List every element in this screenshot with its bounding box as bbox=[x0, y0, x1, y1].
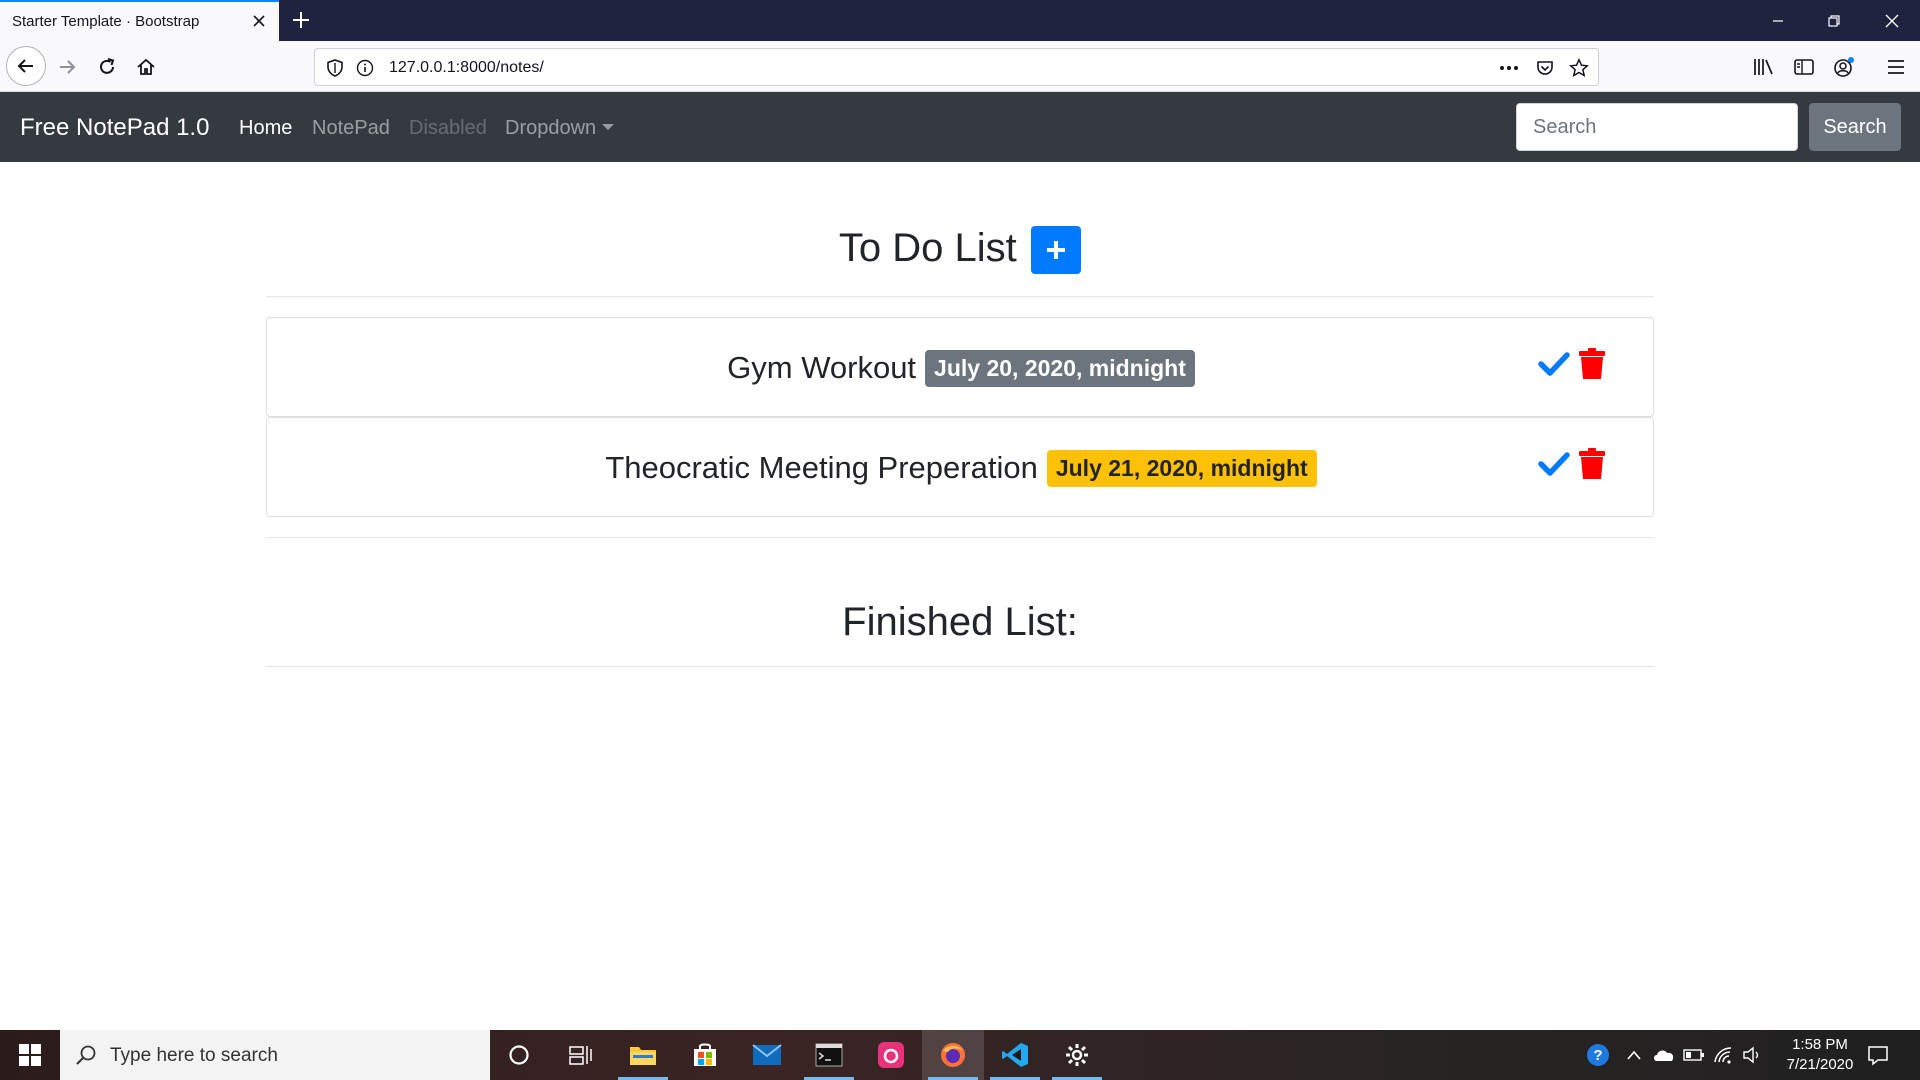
clock[interactable]: 1:58 PM 7/21/2020 bbox=[1770, 1035, 1870, 1075]
check-icon[interactable] bbox=[1537, 346, 1571, 382]
more-actions-icon[interactable] bbox=[1499, 58, 1519, 78]
trash-icon[interactable] bbox=[1575, 446, 1609, 482]
task-view-icon[interactable] bbox=[550, 1030, 612, 1080]
plus-icon bbox=[1047, 241, 1066, 259]
navbar-brand[interactable]: Free NotePad 1.0 bbox=[20, 114, 209, 142]
reload-icon[interactable] bbox=[90, 50, 124, 84]
clock-time: 1:58 PM bbox=[1792, 1036, 1848, 1053]
pocket-icon[interactable] bbox=[1535, 58, 1555, 78]
todo-item-content: Gym Workout July 20, 2020, midnight bbox=[267, 318, 1655, 418]
cortana-icon[interactable] bbox=[488, 1030, 550, 1080]
info-icon[interactable] bbox=[355, 58, 375, 78]
settings-gear-icon[interactable] bbox=[1046, 1030, 1108, 1080]
app-navbar: Free NotePad 1.0 Home NotePad Disabled D… bbox=[0, 92, 1920, 162]
browser-tab-bar: Starter Template · Bootstrap bbox=[0, 0, 1920, 41]
terminal-icon[interactable] bbox=[798, 1030, 860, 1080]
firefox-icon[interactable] bbox=[922, 1030, 984, 1080]
divider bbox=[266, 296, 1654, 297]
nav-notepad[interactable]: NotePad bbox=[312, 117, 390, 140]
nav-dropdown-label: Dropdown bbox=[505, 117, 597, 139]
nav-disabled: Disabled bbox=[409, 117, 487, 139]
tab-title: Starter Template · Bootstrap bbox=[12, 13, 200, 30]
date-badge: July 20, 2020, midnight bbox=[925, 349, 1195, 387]
date-badge: July 21, 2020, midnight bbox=[1046, 449, 1317, 487]
file-explorer-icon[interactable] bbox=[612, 1030, 674, 1080]
browser-toolbar: 127.0.0.1:8000/notes/ bbox=[0, 41, 1920, 92]
shield-icon[interactable] bbox=[325, 58, 345, 78]
chevron-up-icon[interactable] bbox=[1622, 1043, 1646, 1067]
microsoft-store-icon[interactable] bbox=[674, 1030, 736, 1080]
todo-header: To Do List bbox=[266, 224, 1654, 274]
trash-icon[interactable] bbox=[1575, 346, 1609, 382]
todo-item: Theocratic Meeting Preperation July 21, … bbox=[266, 417, 1654, 517]
check-icon[interactable] bbox=[1537, 446, 1571, 482]
home-icon[interactable] bbox=[129, 50, 163, 84]
help-icon[interactable]: ? bbox=[1586, 1043, 1610, 1067]
library-icon[interactable] bbox=[1752, 55, 1776, 79]
close-tab-icon[interactable] bbox=[249, 11, 269, 31]
page-title: To Do List bbox=[838, 225, 1017, 270]
browser-tab[interactable]: Starter Template · Bootstrap bbox=[0, 0, 279, 41]
back-arrow-icon[interactable] bbox=[6, 46, 46, 86]
svg-text:?: ? bbox=[1593, 1047, 1602, 1064]
battery-icon[interactable] bbox=[1682, 1043, 1706, 1067]
search-button[interactable]: Search bbox=[1809, 103, 1901, 151]
todo-item: Gym Workout July 20, 2020, midnight bbox=[266, 317, 1654, 417]
clock-date: 7/21/2020 bbox=[1786, 1056, 1854, 1073]
new-tab-icon[interactable] bbox=[289, 8, 313, 32]
taskbar-search-placeholder: Type here to search bbox=[110, 1045, 278, 1066]
caret-down-icon bbox=[602, 124, 615, 130]
vscode-icon[interactable] bbox=[984, 1030, 1046, 1080]
add-note-button[interactable] bbox=[1031, 226, 1082, 274]
bookmark-star-icon[interactable] bbox=[1569, 58, 1589, 78]
address-bar[interactable]: 127.0.0.1:8000/notes/ bbox=[314, 48, 1599, 86]
magnifier-icon bbox=[74, 1043, 98, 1072]
taskbar-search[interactable]: Type here to search bbox=[60, 1030, 490, 1080]
close-window-icon[interactable] bbox=[1864, 0, 1920, 41]
divider bbox=[266, 537, 1654, 538]
nav-dropdown[interactable]: Dropdown bbox=[505, 117, 615, 140]
restore-icon[interactable] bbox=[1806, 0, 1862, 41]
nav-home[interactable]: Home bbox=[239, 117, 292, 140]
account-icon[interactable] bbox=[1832, 55, 1856, 79]
taskbar: Type here to search ? 1:58 PM 7/21/2020 bbox=[0, 1030, 1920, 1080]
todo-item-actions bbox=[1537, 446, 1609, 482]
finished-list-title: Finished List: bbox=[842, 600, 1078, 644]
todo-item-title: Gym Workout bbox=[727, 350, 917, 385]
windows-start-icon[interactable] bbox=[0, 1030, 60, 1080]
wifi-icon[interactable] bbox=[1712, 1043, 1736, 1067]
forward-arrow-icon[interactable] bbox=[50, 50, 84, 84]
sidebar-icon[interactable] bbox=[1792, 55, 1816, 79]
minimize-icon[interactable] bbox=[1750, 0, 1806, 41]
mail-icon[interactable] bbox=[736, 1030, 798, 1080]
divider bbox=[266, 666, 1654, 667]
url-text: 127.0.0.1:8000/notes/ bbox=[389, 59, 544, 76]
todo-item-title: Theocratic Meeting Preperation bbox=[605, 450, 1038, 485]
notifications-icon[interactable] bbox=[1866, 1043, 1890, 1067]
todo-item-actions bbox=[1537, 346, 1609, 382]
menu-icon[interactable] bbox=[1884, 55, 1908, 79]
volume-icon[interactable] bbox=[1740, 1043, 1764, 1067]
todo-item-content: Theocratic Meeting Preperation July 21, … bbox=[267, 418, 1655, 518]
creative-cloud-icon[interactable] bbox=[860, 1030, 922, 1080]
search-input[interactable] bbox=[1516, 103, 1798, 151]
onedrive-icon[interactable] bbox=[1652, 1043, 1676, 1067]
